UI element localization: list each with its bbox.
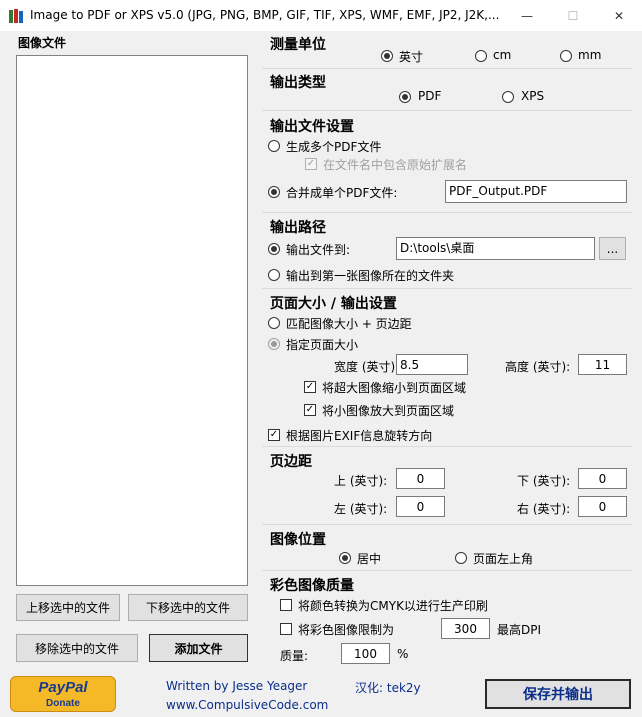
unit-inch-radio[interactable] (381, 50, 393, 62)
first-image-folder-radio[interactable] (268, 269, 280, 281)
browse-folder-button[interactable]: ... (599, 237, 626, 260)
donate-text: Donate (46, 698, 80, 709)
unit-mm-label: mm (578, 48, 602, 62)
limit-color-checkbox[interactable] (280, 623, 292, 635)
website-link[interactable]: www.CompulsiveCode.com (166, 698, 328, 712)
move-down-button[interactable]: 下移选中的文件 (128, 594, 248, 621)
color-quality-heading: 彩色图像质量 (270, 578, 354, 594)
quality-label: 质量: (280, 649, 309, 663)
image-file-list[interactable] (16, 55, 248, 586)
add-files-button[interactable]: 添加文件 (149, 634, 248, 662)
margin-bottom-label: 下 (英寸): (517, 474, 571, 488)
match-image-size-radio[interactable] (268, 317, 280, 329)
type-pdf-label: PDF (418, 89, 442, 103)
minimize-button[interactable]: — (504, 0, 550, 31)
include-ext-label: 在文件名中包含原始扩展名 (323, 158, 468, 172)
specify-page-size-label: 指定页面大小 (286, 338, 359, 352)
output-folder-input[interactable]: D:\tools\桌面 (396, 237, 595, 260)
move-up-button[interactable]: 上移选中的文件 (16, 594, 120, 621)
type-xps-radio[interactable] (502, 91, 514, 103)
match-image-size-label: 匹配图像大小 + 页边距 (286, 317, 412, 331)
cmyk-checkbox[interactable] (280, 599, 292, 611)
quality-input[interactable]: 100 (341, 643, 390, 664)
output-filename-input[interactable]: PDF_Output.PDF (445, 180, 627, 203)
dpi-label: 最高DPI (497, 623, 542, 637)
paypal-logo-text: PayPal (38, 679, 88, 696)
type-pdf-radio[interactable] (399, 91, 411, 103)
file-divider (262, 212, 632, 213)
margin-right-input[interactable]: 0 (578, 496, 627, 517)
page-divider (262, 446, 632, 447)
output-path-heading: 输出路径 (270, 220, 326, 236)
window-title: Image to PDF or XPS v5.0 (JPG, PNG, BMP,… (30, 8, 500, 22)
shrink-large-label: 将超大图像缩小到页面区域 (322, 381, 467, 395)
width-label: 宽度 (英寸): (334, 360, 400, 374)
position-divider (262, 570, 632, 571)
output-to-folder-radio[interactable] (268, 243, 280, 255)
exif-rotate-checkbox[interactable]: ✓ (268, 429, 280, 441)
units-divider (262, 68, 632, 69)
multi-pdf-label: 生成多个PDF文件 (286, 140, 382, 154)
type-divider (262, 110, 632, 111)
image-files-heading: 图像文件 (18, 36, 67, 50)
limit-color-label: 将彩色图像限制为 (298, 623, 395, 637)
remove-files-button[interactable]: 移除选中的文件 (16, 634, 138, 662)
position-center-radio[interactable] (339, 552, 351, 564)
paypal-donate-button[interactable]: PayPal Donate (10, 676, 116, 712)
image-position-heading: 图像位置 (270, 532, 326, 548)
margin-left-input[interactable]: 0 (396, 496, 445, 517)
output-to-folder-label: 输出文件到: (286, 243, 351, 257)
unit-cm-label: cm (493, 48, 512, 62)
percent-label: % (397, 647, 409, 661)
close-button[interactable]: ✕ (596, 0, 642, 31)
type-xps-label: XPS (521, 89, 545, 103)
dpi-input[interactable]: 300 (441, 618, 490, 639)
enlarge-small-checkbox[interactable]: ✓ (304, 404, 316, 416)
margin-top-input[interactable]: 0 (396, 468, 445, 489)
margin-left-label: 左 (英寸): (334, 502, 388, 516)
page-height-input[interactable]: 11 (578, 354, 627, 375)
app-books-icon (9, 9, 23, 23)
margin-top-label: 上 (英寸): (334, 474, 388, 488)
shrink-large-checkbox[interactable]: ✓ (304, 381, 316, 393)
single-pdf-label: 合并成单个PDF文件: (286, 186, 398, 200)
enlarge-small-label: 将小图像放大到页面区域 (322, 404, 455, 418)
unit-cm-radio[interactable] (475, 50, 487, 62)
localization-credit: 汉化: tek2y (355, 681, 421, 695)
position-top-left-label: 页面左上角 (473, 552, 534, 566)
save-and-export-button[interactable]: 保存并输出 (485, 679, 631, 709)
page-size-heading: 页面大小 / 输出设置 (270, 296, 397, 312)
margin-right-label: 右 (英寸): (517, 502, 571, 516)
include-ext-checkbox[interactable]: ✓ (305, 158, 317, 170)
specify-page-size-radio[interactable] (268, 338, 280, 350)
maximize-button[interactable]: ☐ (550, 0, 596, 31)
margin-bottom-input[interactable]: 0 (578, 468, 627, 489)
margins-heading: 页边距 (270, 454, 312, 470)
cmyk-label: 将颜色转换为CMYK以进行生产印刷 (298, 599, 488, 613)
exif-rotate-label: 根据图片EXIF信息旋转方向 (286, 429, 433, 443)
margins-divider (262, 524, 632, 525)
output-file-heading: 输出文件设置 (270, 119, 354, 135)
position-center-label: 居中 (357, 552, 382, 566)
unit-mm-radio[interactable] (560, 50, 572, 62)
position-top-left-radio[interactable] (455, 552, 467, 564)
height-label: 高度 (英寸): (505, 360, 571, 374)
multi-pdf-radio[interactable] (268, 140, 280, 152)
page-width-input[interactable]: 8.5 (396, 354, 468, 375)
path-divider (262, 288, 632, 289)
unit-inch-label: 英寸 (399, 50, 424, 64)
first-image-folder-label: 输出到第一张图像所在的文件夹 (286, 269, 455, 283)
author-credit: Written by Jesse Yeager (166, 679, 308, 693)
output-type-heading: 输出类型 (270, 75, 326, 91)
single-pdf-radio[interactable] (268, 186, 280, 198)
units-heading: 测量单位 (270, 37, 326, 53)
title-bar: Image to PDF or XPS v5.0 (JPG, PNG, BMP,… (0, 0, 642, 31)
